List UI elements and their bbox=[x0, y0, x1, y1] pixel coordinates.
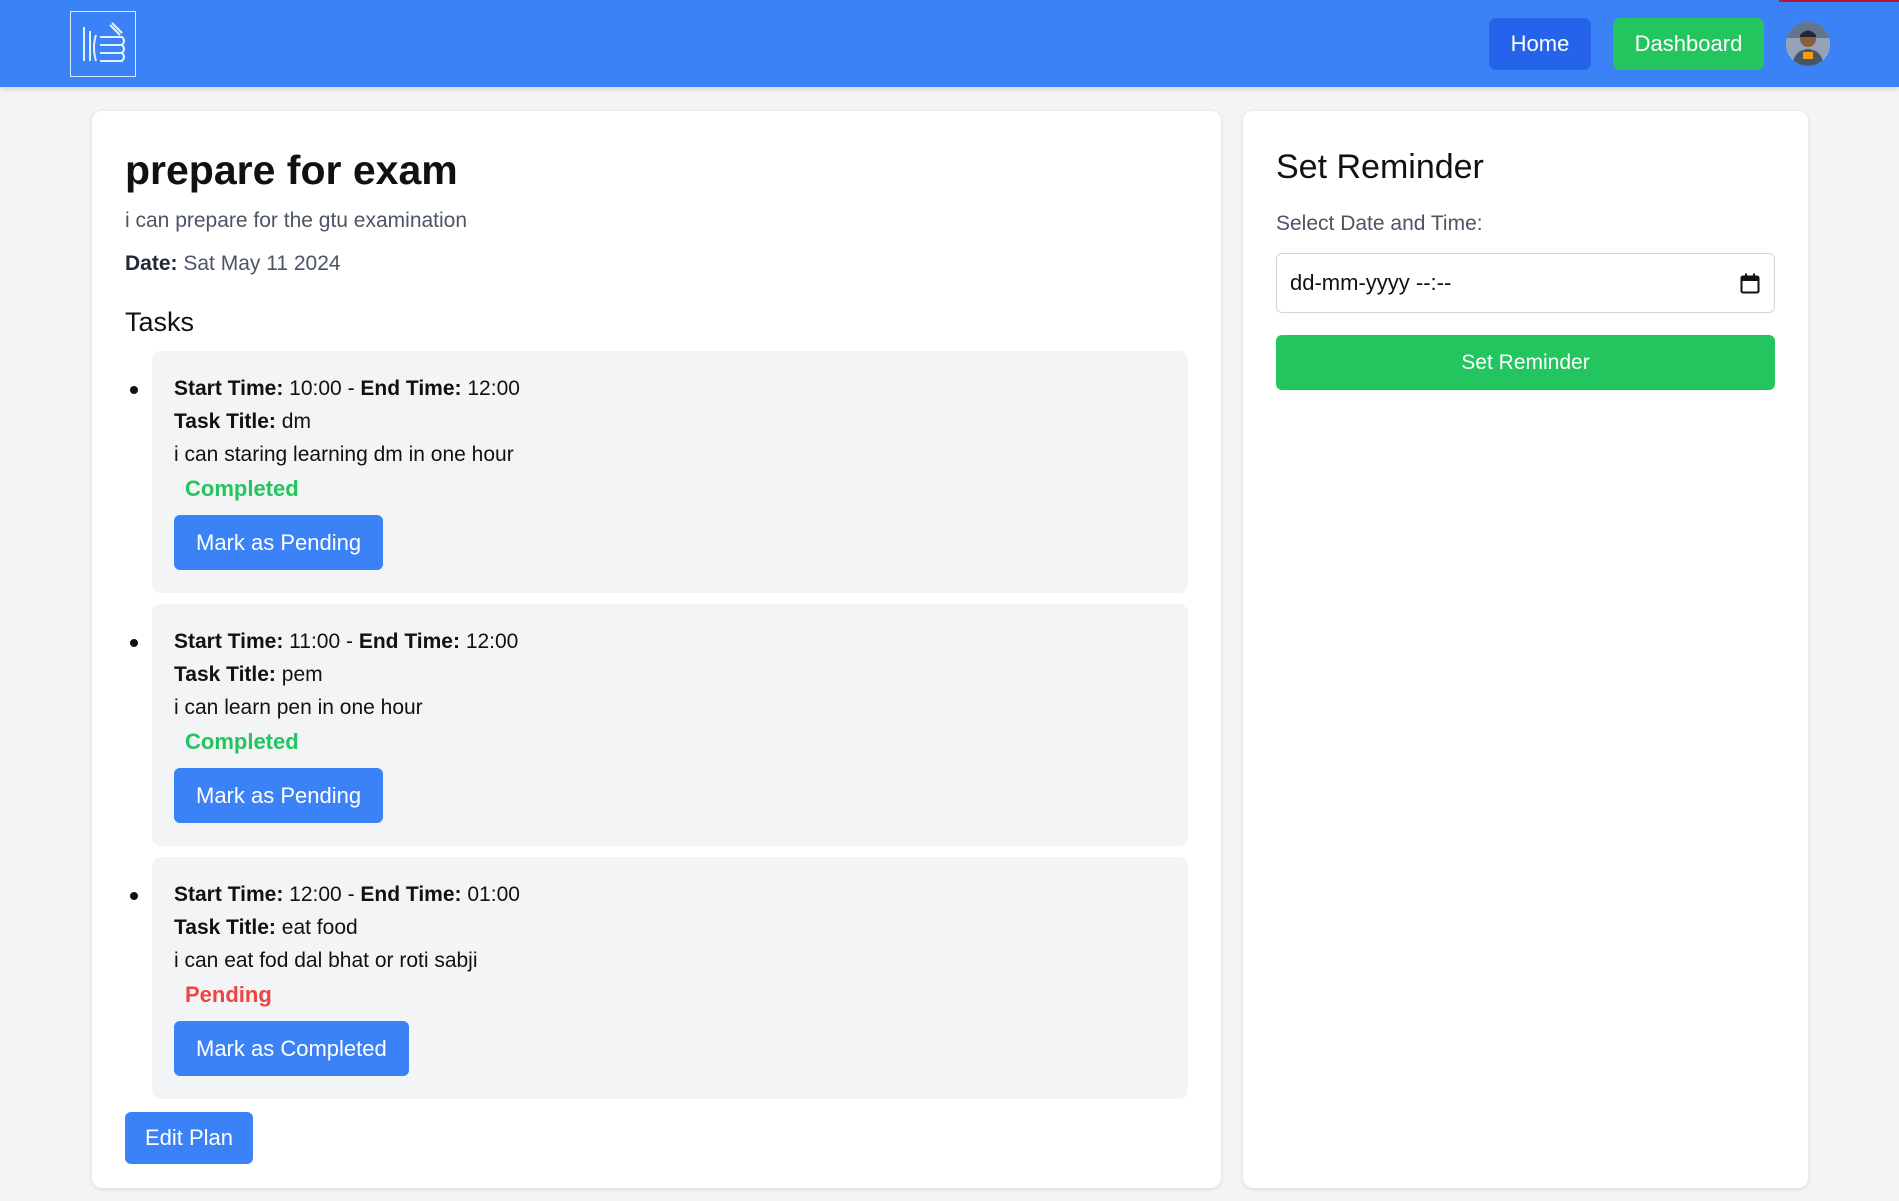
datetime-input[interactable]: dd-mm-yyyy --:-- bbox=[1276, 253, 1775, 313]
navbar-accent-line bbox=[1779, 0, 1899, 2]
start-time-value: 12:00 bbox=[289, 883, 342, 906]
task-item: Start Time: 10:00 - End Time: 12:00 Task… bbox=[130, 351, 1188, 593]
edit-plan-button[interactable]: Edit Plan bbox=[125, 1112, 253, 1164]
plan-card: prepare for exam i can prepare for the g… bbox=[92, 111, 1221, 1188]
user-avatar[interactable] bbox=[1786, 22, 1830, 66]
list-bullet bbox=[130, 386, 138, 394]
dashboard-button[interactable]: Dashboard bbox=[1613, 18, 1764, 70]
mark-pending-button[interactable]: Mark as Pending bbox=[174, 768, 384, 823]
end-time-value: 01:00 bbox=[467, 883, 520, 906]
mark-completed-button[interactable]: Mark as Completed bbox=[174, 1021, 409, 1076]
task-status: Completed bbox=[185, 476, 299, 501]
mark-pending-button[interactable]: Mark as Pending bbox=[174, 515, 384, 570]
task-time: Start Time: 12:00 - End Time: 01:00 bbox=[174, 883, 520, 907]
task-item: Start Time: 12:00 - End Time: 01:00 Task… bbox=[130, 857, 1188, 1099]
start-time-value: 10:00 bbox=[289, 377, 342, 400]
start-time-label: Start Time: bbox=[174, 377, 284, 400]
list-bullet bbox=[130, 892, 138, 900]
task-item: Start Time: 11:00 - End Time: 12:00 Task… bbox=[130, 604, 1188, 846]
calendar-icon[interactable] bbox=[1740, 273, 1760, 300]
home-button[interactable]: Home bbox=[1489, 18, 1591, 70]
reminder-card: Set Reminder Select Date and Time: dd-mm… bbox=[1243, 111, 1808, 1188]
task-description: i can staring learning dm in one hour bbox=[174, 443, 514, 466]
time-separator: - bbox=[347, 377, 355, 400]
time-separator: - bbox=[346, 630, 353, 653]
end-time-label: End Time: bbox=[358, 630, 460, 653]
task-title-label: Task Title: bbox=[174, 663, 276, 686]
task-time: Start Time: 11:00 - End Time: 12:00 bbox=[174, 630, 518, 654]
task-time: Start Time: 10:00 - End Time: 12:00 bbox=[174, 377, 520, 401]
task-description: i can learn pen in one hour bbox=[174, 696, 423, 719]
start-time-label: Start Time: bbox=[174, 630, 284, 653]
plan-date-value: Sat May 11 2024 bbox=[183, 252, 341, 275]
task-status: Completed bbox=[185, 729, 299, 754]
task-status: Pending bbox=[185, 982, 272, 1007]
list-bullet bbox=[130, 639, 138, 647]
start-time-label: Start Time: bbox=[174, 883, 284, 906]
plan-date-label: Date: bbox=[125, 252, 178, 275]
task-title-value: pem bbox=[281, 663, 323, 686]
time-separator: - bbox=[347, 883, 355, 906]
task-title: Task Title: dm bbox=[174, 410, 311, 434]
end-time-value: 12:00 bbox=[465, 630, 519, 653]
book-stack-icon[interactable] bbox=[70, 11, 136, 77]
start-time-value: 11:00 bbox=[289, 630, 341, 653]
navbar: Home Dashboard bbox=[0, 0, 1899, 87]
datetime-placeholder: dd-mm-yyyy --:-- bbox=[1290, 270, 1452, 295]
task-title: Task Title: eat food bbox=[174, 916, 358, 940]
task-title-label: Task Title: bbox=[174, 916, 276, 939]
task-title-value: dm bbox=[281, 410, 311, 433]
set-reminder-button[interactable]: Set Reminder bbox=[1276, 335, 1775, 390]
task-description: i can eat fod dal bhat or roti sabji bbox=[174, 949, 478, 972]
tasks-heading: Tasks bbox=[125, 307, 195, 337]
plan-title: prepare for exam bbox=[125, 147, 458, 193]
task-title: Task Title: pem bbox=[174, 663, 323, 687]
end-time-label: End Time: bbox=[360, 883, 462, 906]
plan-description: i can prepare for the gtu examination bbox=[125, 209, 468, 232]
task-title-label: Task Title: bbox=[174, 410, 276, 433]
end-time-label: End Time: bbox=[360, 377, 462, 400]
datetime-label: Select Date and Time: bbox=[1276, 212, 1483, 235]
task-title-value: eat food bbox=[281, 916, 358, 939]
reminder-title: Set Reminder bbox=[1276, 148, 1484, 186]
end-time-value: 12:00 bbox=[467, 377, 520, 400]
plan-date: Date: Sat May 11 2024 bbox=[125, 252, 341, 276]
